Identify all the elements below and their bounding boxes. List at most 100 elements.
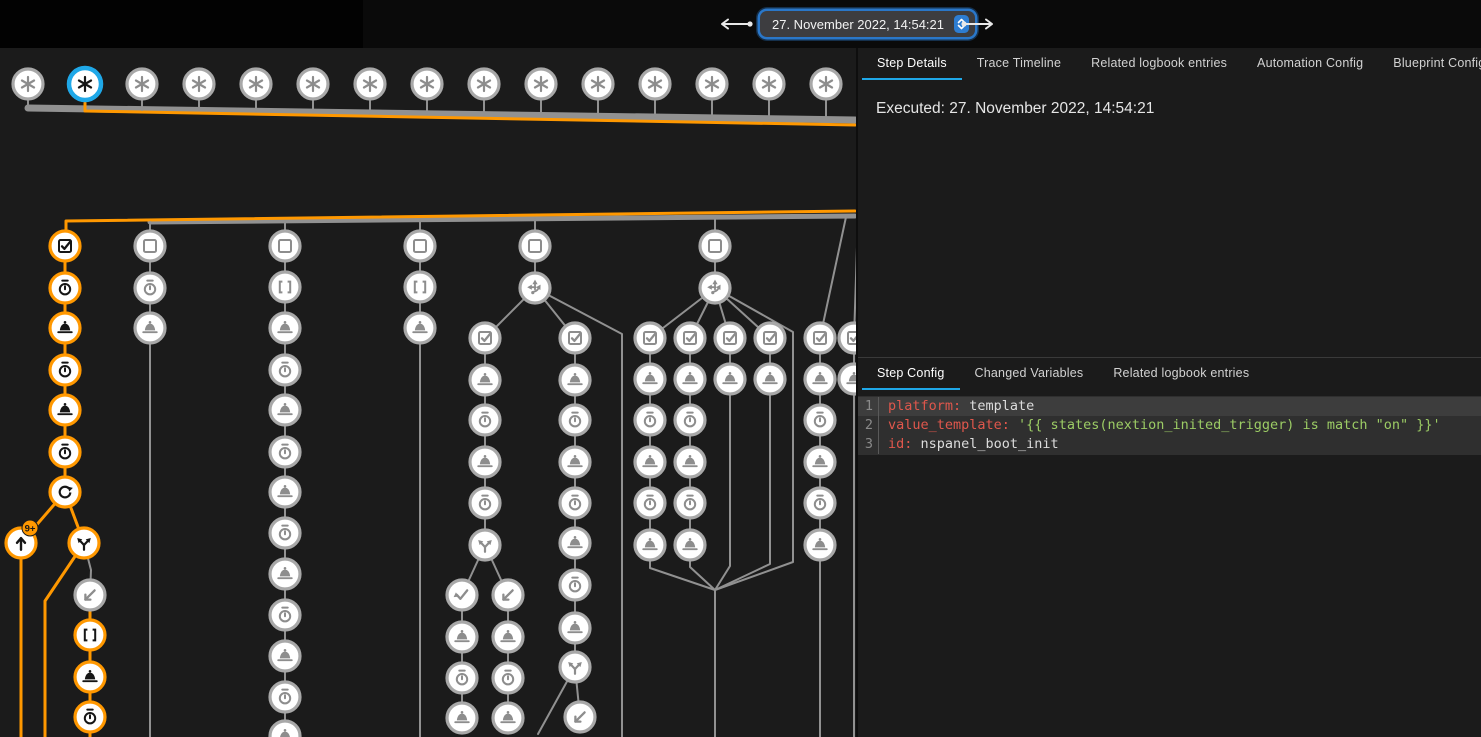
graph-node-cbm-icon[interactable] <box>675 323 705 353</box>
graph-node-asterisk-icon[interactable] <box>298 69 328 99</box>
graph-node-cbm-icon[interactable] <box>715 323 745 353</box>
graph-node-asterisk-icon[interactable] <box>754 69 784 99</box>
graph-node-dome-icon[interactable] <box>755 364 785 394</box>
graph-node-dome-icon[interactable] <box>560 613 590 643</box>
graph-node-brackets-icon[interactable] <box>75 620 105 650</box>
graph-node-timer-icon[interactable] <box>675 405 705 435</box>
graph-node-asterisk-icon[interactable] <box>13 69 43 99</box>
graph-node-cbm-icon[interactable] <box>470 323 500 353</box>
graph-node-timer-icon[interactable] <box>635 488 665 518</box>
graph-node-timer-icon[interactable] <box>635 405 665 435</box>
graph-node-timer-icon[interactable] <box>447 663 477 693</box>
graph-node-dome-icon[interactable] <box>635 447 665 477</box>
trace-run-selector[interactable]: 27. November 2022, 14:54:21 <box>760 11 975 37</box>
graph-node-dome-icon[interactable] <box>270 395 300 425</box>
graph-node-timer-icon[interactable] <box>560 405 590 435</box>
graph-node-asterisk-icon[interactable] <box>583 69 613 99</box>
graph-node-timer-icon[interactable] <box>270 355 300 385</box>
graph-node-timer-icon[interactable] <box>805 488 835 518</box>
graph-node-dome-icon[interactable] <box>805 530 835 560</box>
graph-node-brackets-icon[interactable] <box>405 272 435 302</box>
graph-node-arrow-up-icon[interactable]: 9+ <box>6 520 38 558</box>
graph-node-dome-icon[interactable] <box>675 447 705 477</box>
graph-node-timer-icon[interactable] <box>270 600 300 630</box>
next-trace-arrow-icon[interactable] <box>960 18 996 33</box>
graph-node-timer-icon[interactable] <box>270 518 300 548</box>
graph-node-timer-icon[interactable] <box>270 437 300 467</box>
graph-node-timer-icon[interactable] <box>470 488 500 518</box>
graph-node-timer-icon[interactable] <box>50 355 80 385</box>
graph-node-dome-icon[interactable] <box>447 703 477 733</box>
graph-node-timer-icon[interactable] <box>135 273 165 303</box>
graph-node-dome-icon[interactable] <box>805 364 835 394</box>
tab-related-logbook-entries[interactable]: Related logbook entries <box>1076 48 1242 80</box>
graph-node-cbb-icon[interactable] <box>700 231 730 261</box>
trace-graph[interactable]: 9+ <box>0 48 856 737</box>
graph-node-refresh-icon[interactable] <box>50 477 80 507</box>
graph-node-asterisk-icon[interactable] <box>697 69 727 99</box>
graph-node-dome-icon[interactable] <box>715 364 745 394</box>
graph-node-asterisk-icon[interactable] <box>127 69 157 99</box>
graph-node-dome-icon[interactable] <box>50 313 80 343</box>
graph-node-arrow-bl-icon[interactable] <box>493 580 523 610</box>
graph-node-dome-icon[interactable] <box>447 622 477 652</box>
graph-node-dome-icon[interactable] <box>635 530 665 560</box>
graph-node-dome-icon[interactable] <box>635 364 665 394</box>
graph-node-timer-icon[interactable] <box>75 702 105 732</box>
graph-node-asterisk-icon[interactable] <box>184 69 214 99</box>
graph-node-cbm-icon[interactable] <box>805 323 835 353</box>
graph-node-split-icon[interactable] <box>470 530 500 560</box>
graph-node-asterisk-icon[interactable] <box>811 69 841 99</box>
tab-blueprint-config[interactable]: Blueprint Config <box>1378 48 1481 80</box>
graph-node-timer-icon[interactable] <box>50 273 80 303</box>
graph-node-asterisk-icon[interactable] <box>355 69 385 99</box>
graph-node-dome-icon[interactable] <box>560 447 590 477</box>
graph-node-cbm-icon[interactable] <box>635 323 665 353</box>
graph-node-cbm-icon[interactable] <box>50 231 80 261</box>
trace-graph-panel[interactable]: 9+ <box>0 48 856 737</box>
graph-node-dome-icon[interactable] <box>560 528 590 558</box>
graph-node-cbm-icon[interactable] <box>755 323 785 353</box>
graph-node-split-icon[interactable] <box>560 652 590 682</box>
tab-step-config[interactable]: Step Config <box>862 358 960 390</box>
graph-node-timer-icon[interactable] <box>493 663 523 693</box>
graph-node-dome-icon[interactable] <box>75 662 105 692</box>
graph-node-dome-icon[interactable] <box>493 622 523 652</box>
tab-related-logbook-entries[interactable]: Related logbook entries <box>1098 358 1264 390</box>
graph-node-asterisk-icon[interactable] <box>241 69 271 99</box>
graph-node-asterisk-icon[interactable] <box>469 69 499 99</box>
graph-node-timer-icon[interactable] <box>560 570 590 600</box>
graph-node-dome-icon[interactable] <box>270 641 300 671</box>
graph-node-asterisk-icon[interactable] <box>526 69 556 99</box>
graph-node-dome-icon[interactable] <box>470 365 500 395</box>
graph-node-split-icon[interactable] <box>69 528 99 558</box>
graph-node-decision-icon[interactable] <box>520 273 550 303</box>
graph-node-dome-icon[interactable] <box>270 477 300 507</box>
graph-node-dome-icon[interactable] <box>270 313 300 343</box>
graph-node-dome-icon[interactable] <box>50 395 80 425</box>
graph-node-timer-icon[interactable] <box>270 682 300 712</box>
graph-node-arrow-check-icon[interactable] <box>447 580 477 610</box>
graph-node-brackets-icon[interactable] <box>270 272 300 302</box>
graph-node-cbm-icon[interactable] <box>839 323 856 353</box>
graph-node-asterisk-icon[interactable] <box>69 68 101 100</box>
graph-node-dome-icon[interactable] <box>270 721 300 737</box>
graph-node-timer-icon[interactable] <box>50 437 80 467</box>
graph-node-cbb-icon[interactable] <box>405 231 435 261</box>
tab-changed-variables[interactable]: Changed Variables <box>960 358 1099 390</box>
graph-node-arrow-bl-icon[interactable] <box>75 580 105 610</box>
graph-node-dome-icon[interactable] <box>805 447 835 477</box>
tab-automation-config[interactable]: Automation Config <box>1242 48 1378 80</box>
tab-trace-timeline[interactable]: Trace Timeline <box>962 48 1076 80</box>
graph-node-cbb-icon[interactable] <box>520 231 550 261</box>
graph-node-cbm-icon[interactable] <box>560 323 590 353</box>
graph-node-dome-icon[interactable] <box>493 703 523 733</box>
graph-node-timer-icon[interactable] <box>470 405 500 435</box>
graph-node-cbb-icon[interactable] <box>135 231 165 261</box>
graph-node-asterisk-icon[interactable] <box>640 69 670 99</box>
graph-node-dome-icon[interactable] <box>839 364 856 394</box>
graph-node-timer-icon[interactable] <box>560 488 590 518</box>
graph-node-timer-icon[interactable] <box>805 405 835 435</box>
graph-node-dome-icon[interactable] <box>135 313 165 343</box>
graph-node-timer-icon[interactable] <box>675 488 705 518</box>
